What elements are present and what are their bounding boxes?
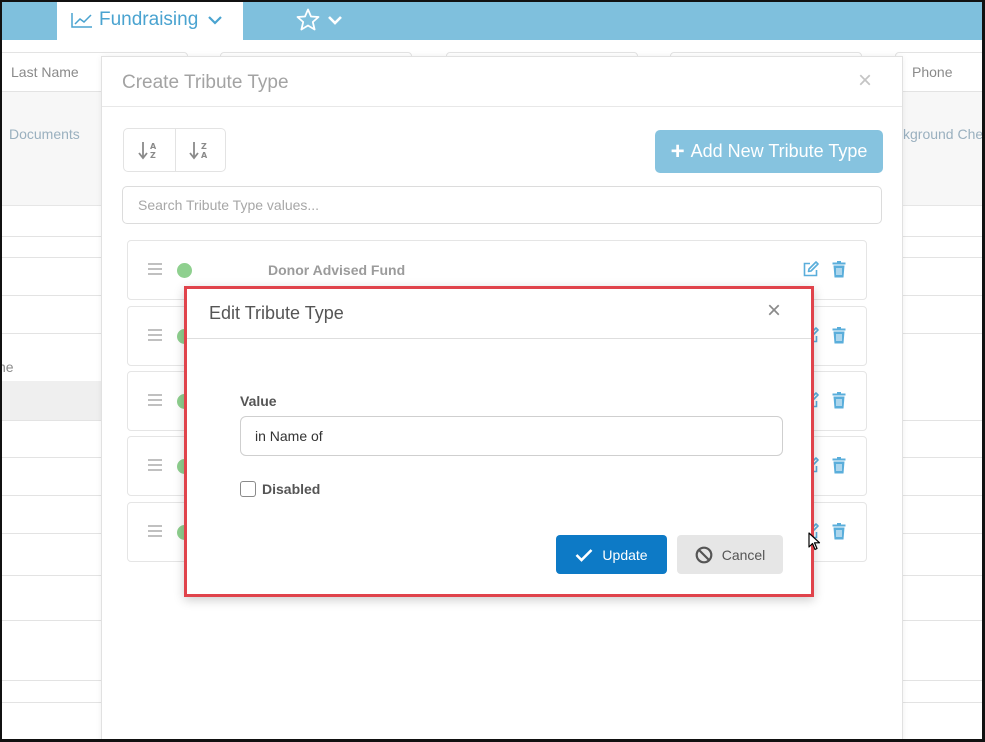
column-phone: Phone [912,64,953,80]
column-last-name: Last Name [11,64,79,80]
sort-alpha-desc-icon: Z A [189,142,208,160]
drag-handle-icon[interactable] [148,263,162,277]
update-button[interactable]: Update [556,535,667,574]
close-icon[interactable]: × [858,69,872,93]
module-label: Fundraising [99,9,199,30]
svg-text:Z: Z [150,151,156,160]
value-label: Value [240,393,277,409]
plus-icon: + [670,137,685,165]
sort-button-group: A Z Z A [123,128,226,172]
modal-header: Create Tribute Type × [102,57,902,107]
favorites-menu[interactable] [296,8,346,31]
drag-handle-icon[interactable] [148,525,162,539]
trash-icon[interactable] [832,261,846,278]
trash-icon[interactable] [832,523,846,540]
trash-icon[interactable] [832,457,846,474]
sort-ascending-button[interactable]: A Z [124,129,175,171]
svg-text:Z: Z [201,142,207,151]
close-icon[interactable]: × [767,299,781,323]
edit-tribute-type-dialog: Edit Tribute Type × Value Disabled Updat… [184,286,814,597]
module-selector[interactable]: Fundraising [57,0,243,40]
mouse-cursor-icon [808,532,821,551]
column-documents: Documents [9,126,80,142]
drag-handle-icon[interactable] [148,329,162,343]
status-dot [177,263,192,278]
list-item-label: Donor Advised Fund [268,262,406,278]
checkmark-icon [576,548,593,562]
star-icon [296,8,320,31]
edit-icon[interactable] [802,261,819,278]
sort-alpha-asc-icon: A Z [138,142,157,160]
search-input[interactable] [122,186,882,224]
column-background-check: kground Che [903,126,984,142]
cancel-button[interactable]: Cancel [677,535,783,574]
ban-icon [695,546,713,563]
row-name-fragment: ne [0,359,14,375]
disabled-checkbox[interactable] [240,481,256,497]
value-input[interactable] [240,416,783,456]
chevron-down-icon [328,15,342,25]
sort-descending-button[interactable]: Z A [174,129,226,171]
add-new-tribute-type-button[interactable]: + Add New Tribute Type [655,130,883,173]
disabled-checkbox-row: Disabled [240,481,320,497]
cancel-label: Cancel [721,546,766,563]
disabled-label: Disabled [262,481,321,497]
update-label: Update [602,546,648,563]
drag-handle-icon[interactable] [148,394,162,408]
chevron-down-icon [208,16,223,25]
trash-icon[interactable] [832,327,846,344]
add-button-label: Add New Tribute Type [690,141,868,161]
top-nav-bar: Fundraising [0,0,985,40]
dialog-title: Edit Tribute Type [209,303,344,323]
svg-text:A: A [201,151,208,160]
modal-title: Create Tribute Type [122,72,289,93]
highlighted-row [0,381,101,421]
trash-icon[interactable] [832,392,846,409]
svg-text:A: A [150,142,157,151]
trending-chart-icon [71,13,92,28]
drag-handle-icon[interactable] [148,459,162,473]
dialog-header: Edit Tribute Type × [187,289,811,339]
